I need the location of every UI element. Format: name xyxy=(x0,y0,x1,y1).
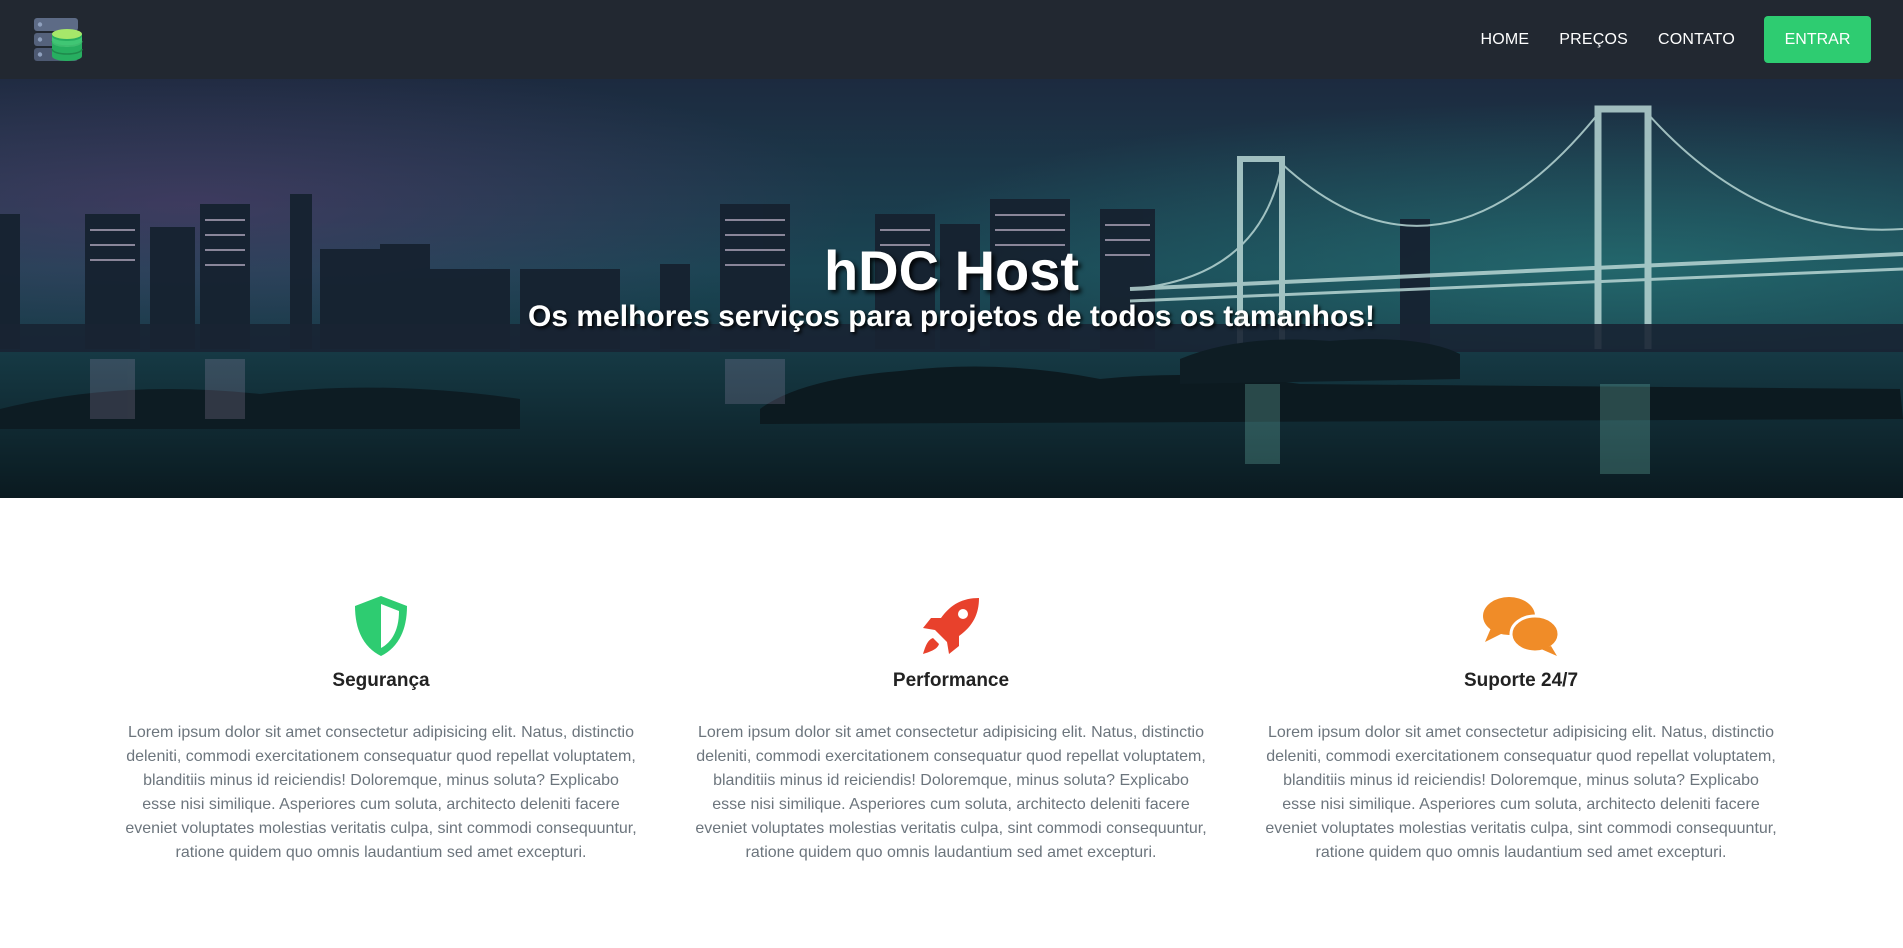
feature-title: Performance xyxy=(892,670,1010,691)
feature-title: Segurança xyxy=(332,670,430,691)
nav-link-home[interactable]: HOME xyxy=(1480,31,1529,49)
feature-title: Suporte 24/7 xyxy=(1463,670,1579,691)
feature-suporte: Suporte 24/7 Lorem ipsum dolor sit amet … xyxy=(1261,594,1781,865)
feature-description: Lorem ipsum dolor sit amet consectetur a… xyxy=(695,724,1207,861)
feature-description: Lorem ipsum dolor sit amet consectetur a… xyxy=(125,724,637,861)
hero-banner: hDC Host Os melhores serviços para proje… xyxy=(0,79,1903,498)
shield-icon xyxy=(355,596,407,656)
feature-performance: Performance Lorem ipsum dolor sit amet c… xyxy=(691,594,1211,865)
nav-link-contato[interactable]: CONTATO xyxy=(1658,31,1735,49)
chat-bubbles-icon xyxy=(1483,597,1561,656)
navbar: HOME PREÇOS CONTATO ENTRAR xyxy=(0,0,1903,79)
feature-seguranca: Segurança Lorem ipsum dolor sit amet con… xyxy=(121,594,641,865)
logo-database-server-icon[interactable] xyxy=(32,14,84,66)
features-section: Segurança Lorem ipsum dolor sit amet con… xyxy=(0,498,1903,948)
nav-menu: HOME PREÇOS CONTATO ENTRAR xyxy=(1480,16,1871,63)
hero-subtitle: Os melhores serviços para projetos de to… xyxy=(528,300,1375,333)
hero-text-block: hDC Host Os melhores serviços para proje… xyxy=(0,79,1903,498)
nav-link-precos[interactable]: PREÇOS xyxy=(1559,31,1628,49)
entrar-button[interactable]: ENTRAR xyxy=(1764,16,1871,63)
rocket-icon xyxy=(923,598,979,654)
hero-title: hDC Host xyxy=(823,239,1080,302)
feature-description: Lorem ipsum dolor sit amet consectetur a… xyxy=(1265,724,1777,861)
